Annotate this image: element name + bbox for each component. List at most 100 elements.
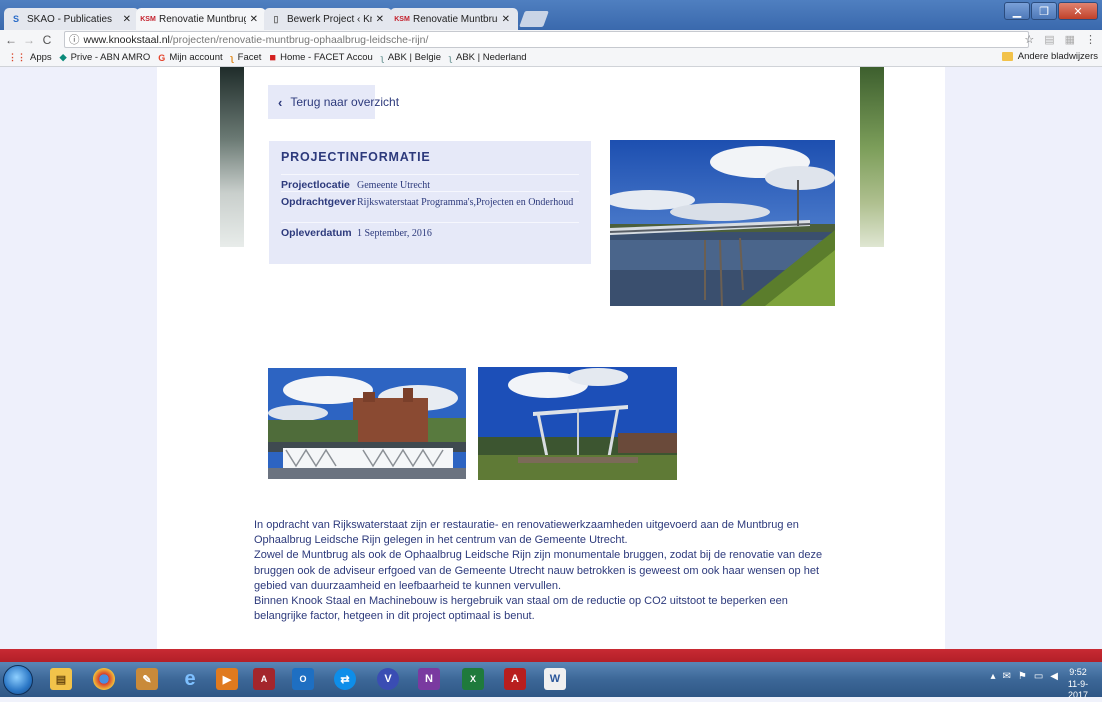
ie-icon[interactable]: e <box>179 668 201 690</box>
chrome-icon[interactable] <box>93 668 115 690</box>
info-row-client: Opdrachtgever Rijkswaterstaat Programma'… <box>281 191 579 209</box>
skao-s-icon: S <box>12 14 19 24</box>
document-icon: ▯ <box>273 13 279 24</box>
project-photo-bridge-canal[interactable] <box>610 140 835 306</box>
other-bookmarks[interactable]: Andere bladwijzers <box>1001 51 1098 62</box>
close-icon[interactable]: ✕ <box>123 14 131 25</box>
description-paragraph: In opdracht van Rijkswaterstaat zijn er … <box>254 519 799 547</box>
menu-icon[interactable]: ⋮ <box>1085 33 1096 46</box>
acrobat-icon[interactable]: A <box>504 668 526 690</box>
explorer-icon[interactable]: ▤ <box>50 668 72 690</box>
tab-label: Renovatie Muntbrug en <box>159 13 246 25</box>
maximize-icon[interactable]: ❐ <box>1031 2 1057 20</box>
bookmark-home-facet[interactable]: ■ Home - FACET Accou <box>269 52 372 64</box>
windows-taskbar: ▤ ✎ e ▶ A O ⇄ V N X A W ▴ ✉ ⚑ ▭ ◀ 9:52 1… <box>0 662 1102 700</box>
info-key: Opleverdatum <box>281 227 352 239</box>
forward-arrow-icon[interactable]: → <box>22 33 36 47</box>
content-column: ‹ Terug naar overzicht PROJECTINFORMATIE… <box>157 67 945 649</box>
info-row-delivery-date: Opleverdatum 1 September, 2016 <box>281 222 579 240</box>
bookmarks-bar: ⋮⋮ Apps ◆ Prive - ABN AMRO G Mijn accoun… <box>0 49 1102 67</box>
bookmark-label: Prive - ABN AMRO <box>70 52 151 63</box>
excel-icon[interactable]: X <box>462 668 484 690</box>
close-window-icon[interactable]: ✕ <box>1058 2 1098 20</box>
abn-shield-icon: ◆ <box>59 52 67 62</box>
access-icon[interactable]: A <box>253 668 275 690</box>
clock-time: 9:52 <box>1069 667 1087 677</box>
abk-icon: ʅ <box>380 52 384 63</box>
star-icon[interactable]: ☆ <box>1024 33 1034 46</box>
tab-skao-publicaties[interactable]: S SKAO - Publicaties ✕ <box>4 8 139 30</box>
word-icon[interactable]: W <box>544 668 566 690</box>
decorative-photo-strip <box>220 67 244 247</box>
project-photo-ophaalbrug[interactable] <box>478 367 677 480</box>
url-input[interactable]: ⓘ www.knookstaal.nl /projecten/renovatie… <box>64 31 1029 48</box>
visio-icon[interactable]: V <box>377 668 399 690</box>
system-tray: ▴ ✉ ⚑ ▭ ◀ <box>990 671 1058 682</box>
toolbar-extensions: ☆ ▤ ▦ ⋮ <box>1024 33 1096 46</box>
abk-icon: ʅ <box>449 52 452 63</box>
clock-date: 11-9-2017 <box>1067 678 1089 701</box>
extension-icon[interactable]: ▤ <box>1044 33 1054 46</box>
browser-tab-strip: S SKAO - Publicaties ✕ KSM Renovatie Mun… <box>0 0 1102 30</box>
folder-icon <box>1001 52 1013 61</box>
tab-label: Bewerk Project ‹ Knook <box>287 13 372 25</box>
tab-renovatie-active[interactable]: KSM Renovatie Muntbrug en ✕ <box>136 8 266 30</box>
other-bookmarks-label: Andere bladwijzers <box>1017 51 1098 62</box>
bookmark-label: Apps <box>30 52 52 63</box>
tab-label: SKAO - Publicaties <box>27 13 113 25</box>
chevron-left-icon: ‹ <box>278 94 283 110</box>
url-host: www.knookstaal.nl <box>83 33 170 46</box>
tab-label: Renovatie Muntbrug en <box>413 13 498 25</box>
teamviewer-icon[interactable]: ⇄ <box>334 668 356 690</box>
reload-icon[interactable]: C <box>40 33 54 47</box>
url-path: /projecten/renovatie-muntbrug-ophaalbrug… <box>169 33 429 46</box>
flag-icon[interactable]: ⚑ <box>1018 671 1027 682</box>
tray-arrow-icon[interactable]: ▴ <box>990 671 995 682</box>
info-row-location: Projectlocatie Gemeente Utrecht <box>281 174 579 192</box>
project-info-title: PROJECTINFORMATIE <box>281 150 431 164</box>
back-label: Terug naar overzicht <box>290 95 400 109</box>
volume-icon[interactable]: ◀ <box>1050 671 1058 682</box>
bookmark-abk-nederland[interactable]: ʅ ABK | Nederland <box>449 52 527 63</box>
info-value: 1 September, 2016 <box>357 228 432 239</box>
network-icon[interactable]: ▭ <box>1034 671 1043 682</box>
close-icon[interactable]: ✕ <box>502 14 510 25</box>
back-arrow-icon[interactable]: ← <box>4 33 18 47</box>
new-tab-button[interactable] <box>519 11 549 27</box>
bookmark-mijn-account[interactable]: G Mijn account <box>158 52 222 63</box>
media-icon[interactable]: ▶ <box>216 668 238 690</box>
bookmark-abn-amro[interactable]: ◆ Prive - ABN AMRO <box>60 52 151 63</box>
info-icon[interactable]: ⓘ <box>69 32 80 47</box>
bookmark-label: ABK | Nederland <box>456 52 527 63</box>
bookmark-label: Facet <box>237 52 262 63</box>
knook-logo-icon: KSM <box>394 15 410 23</box>
bookmark-facet[interactable]: ʅ Facet <box>231 52 262 63</box>
bookmark-label: ABK | Belgie <box>387 52 441 63</box>
site-footer-bar <box>0 649 1102 662</box>
mail-icon[interactable]: ✉ <box>1002 671 1010 682</box>
knook-logo-icon: KSM <box>140 15 156 23</box>
bookmark-abk-belgie[interactable]: ʅ ABK | Belgie <box>381 52 441 63</box>
extension-icon[interactable]: ▦ <box>1065 33 1075 46</box>
close-icon[interactable]: ✕ <box>376 14 384 25</box>
address-bar-row: ← → C ⓘ www.knookstaal.nl /projecten/ren… <box>0 30 1102 49</box>
project-photo-muntbrug[interactable] <box>268 368 466 479</box>
decorative-photo-strip <box>860 67 884 247</box>
bookmark-apps[interactable]: ⋮⋮ Apps <box>8 52 52 63</box>
facet-icon: ʅ <box>230 52 234 63</box>
window-controls: ▁ ❐ ✕ <box>1003 2 1098 20</box>
tab-renovatie-2[interactable]: KSM Renovatie Muntbrug en ✕ <box>390 8 518 30</box>
back-to-overview-button[interactable]: ‹ Terug naar overzicht <box>268 85 399 119</box>
project-description: In opdracht van Rijkswaterstaat zijn er … <box>254 518 844 624</box>
google-g-icon: G <box>158 52 166 63</box>
tab-bewerk-project[interactable]: ▯ Bewerk Project ‹ Knook ✕ <box>264 8 392 30</box>
onenote-icon[interactable]: N <box>418 668 440 690</box>
outlook-icon[interactable]: O <box>292 668 314 690</box>
apps-grid-icon: ⋮⋮ <box>8 52 26 62</box>
start-button[interactable] <box>3 665 33 695</box>
minimize-icon[interactable]: ▁ <box>1004 2 1030 20</box>
close-icon[interactable]: ✕ <box>250 14 258 25</box>
bookmark-label: Home - FACET Accou <box>280 52 373 63</box>
bookmark-label: Mijn account <box>169 52 223 63</box>
paint-icon[interactable]: ✎ <box>136 668 158 690</box>
